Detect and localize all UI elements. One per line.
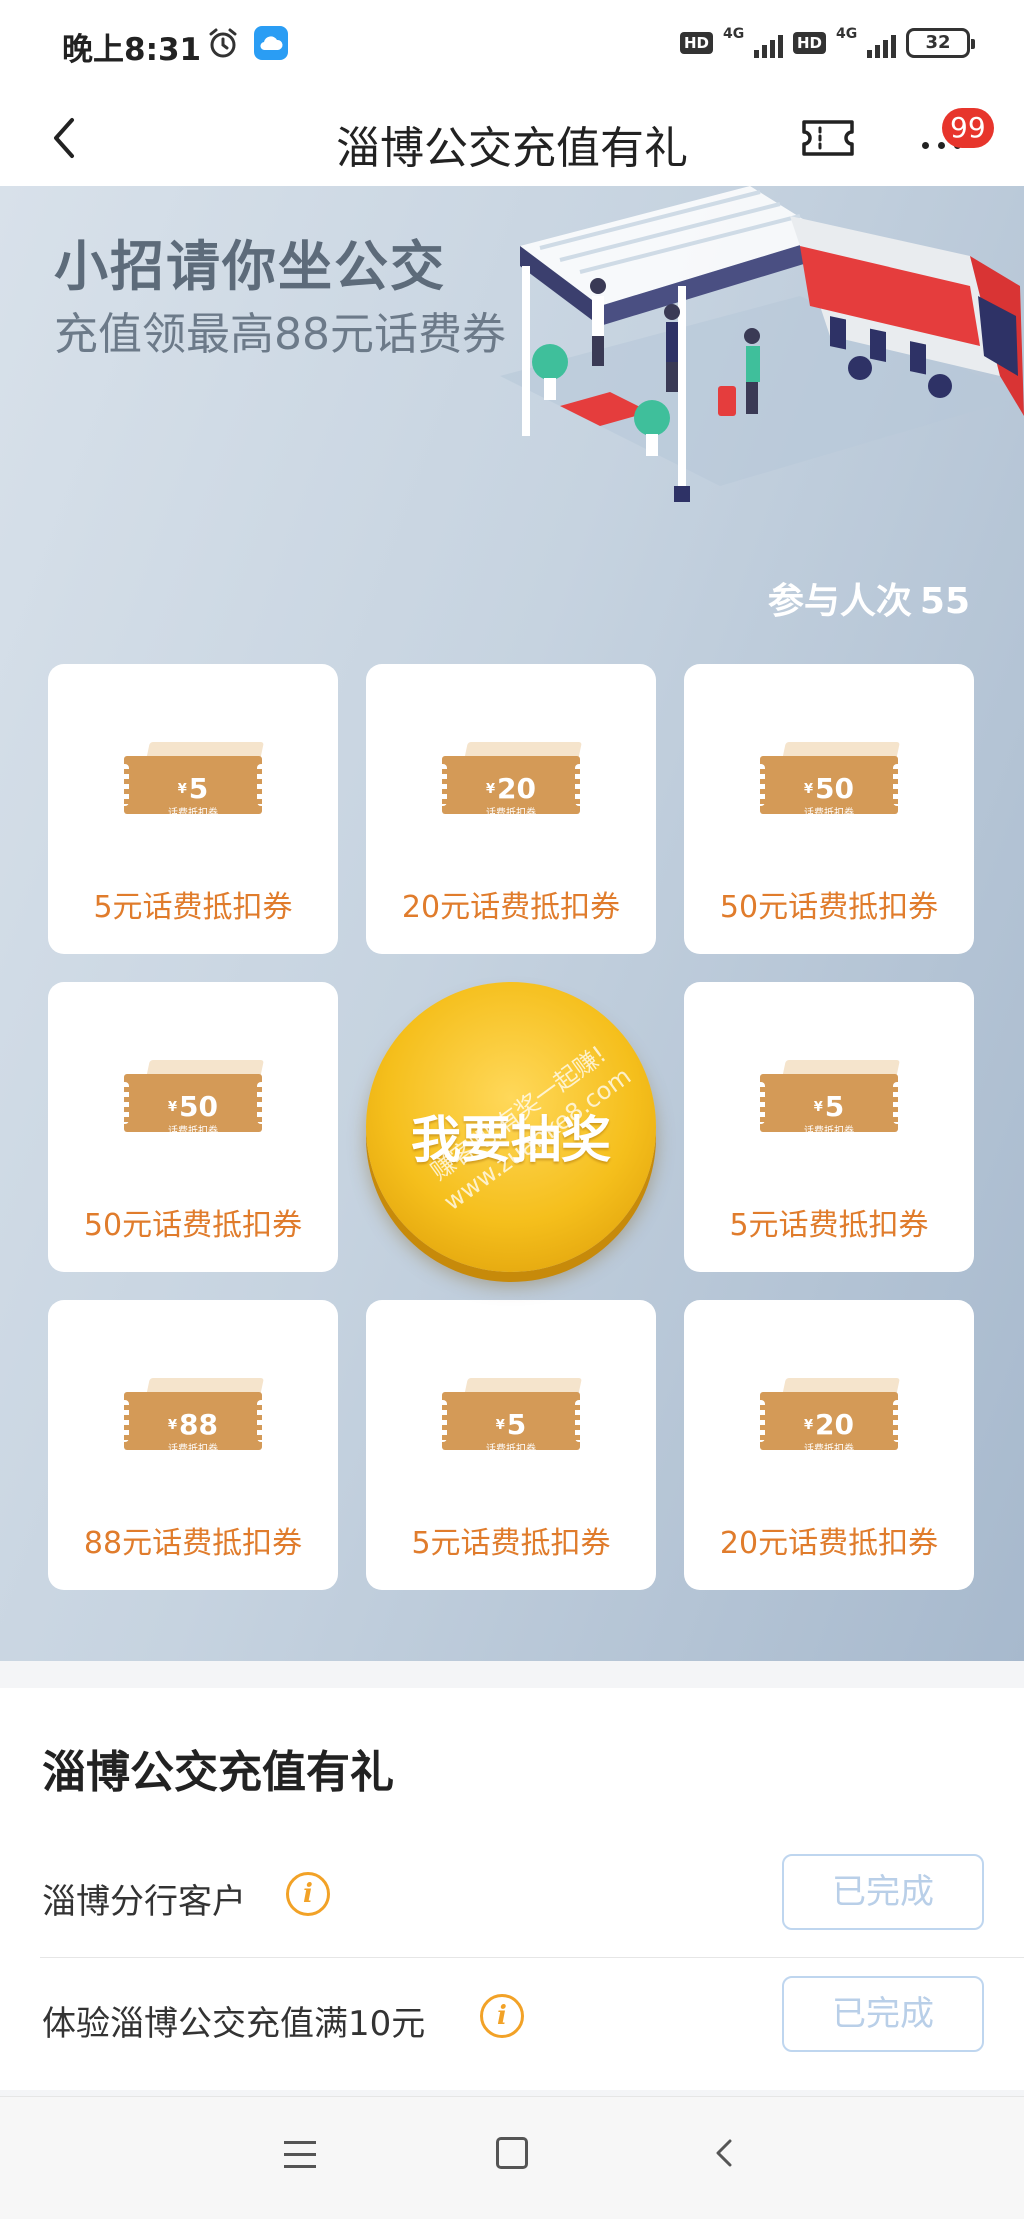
task-status-button[interactable]: 已完成 bbox=[782, 1854, 984, 1930]
prize-grid: ¥20 话费抵扣券 20元话费抵扣券 ¥5 话费抵扣券 5元话费抵扣券 ¥88 话费抵扣券 88… bbox=[48, 664, 974, 1620]
prize-card: ¥5 话费抵扣券 5元话费抵扣券 bbox=[366, 1300, 656, 1590]
network-type: 4G bbox=[836, 26, 858, 42]
hd-badge: HD bbox=[679, 32, 713, 54]
banner-title: 小招请你坐公交 bbox=[54, 235, 446, 298]
status-indicators: HD 4G HD 4G 32 bbox=[679, 26, 975, 60]
participants-label: 参与人次 bbox=[767, 581, 912, 622]
prize-label: 50元话费抵扣券 bbox=[83, 1208, 303, 1243]
currency-symbol: ¥ bbox=[803, 1418, 814, 1433]
coupon-icon: ¥50 话费抵扣券 bbox=[119, 1060, 267, 1142]
coupon-amount: ¥50 bbox=[124, 1092, 262, 1123]
status-time: 晚上8:31 bbox=[62, 32, 202, 68]
info-icon[interactable]: i bbox=[480, 1994, 524, 2038]
coupon-caption: 话费抵扣券 bbox=[168, 808, 218, 819]
prize-card: ¥50 话费抵扣券 50元话费抵扣券 bbox=[684, 664, 974, 954]
currency-symbol: ¥ bbox=[167, 1418, 178, 1433]
battery-icon: 32 bbox=[906, 28, 975, 58]
signal-icon: 4G bbox=[723, 26, 783, 60]
coupon-value: 50 bbox=[179, 1090, 218, 1123]
prize-card: ¥50 话费抵扣券 50元话费抵扣券 bbox=[48, 982, 338, 1272]
coupon-caption: 话费抵扣券 bbox=[804, 808, 854, 819]
coupon-icon: ¥20 话费抵扣券 bbox=[755, 1378, 903, 1460]
currency-symbol: ¥ bbox=[167, 1100, 178, 1115]
coupon-amount: ¥5 bbox=[124, 774, 262, 805]
currency-symbol: ¥ bbox=[813, 1100, 823, 1115]
coupon-value: 5 bbox=[824, 1090, 845, 1123]
coupon-caption: 话费抵扣券 bbox=[804, 1126, 854, 1137]
coupon-amount: ¥88 bbox=[124, 1410, 262, 1441]
coupon-amount: ¥50 bbox=[760, 774, 898, 805]
coupon-icon: ¥5 话费抵扣券 bbox=[755, 1060, 903, 1142]
alarm-icon bbox=[209, 28, 237, 58]
coupon-caption: 话费抵扣券 bbox=[486, 808, 536, 819]
prize-card: ¥5 话费抵扣券 5元话费抵扣券 bbox=[48, 664, 338, 954]
prize-label: 88元话费抵扣券 bbox=[83, 1526, 303, 1561]
menu-icon[interactable] bbox=[284, 2141, 316, 2171]
draw-button-label: 我要抽奖 bbox=[411, 1111, 611, 1169]
system-nav-bar bbox=[0, 2096, 1024, 2219]
task-row: 体验淄博公交充值满10元 i 已完成 bbox=[40, 1960, 1024, 2080]
page: 晚上8:31 HD 4G HD 4G 32 淄博公交充值有礼 99 小招请你坐公… bbox=[0, 0, 1024, 2219]
nav-bar: 淄博公交充值有礼 99 bbox=[0, 90, 1024, 186]
lottery-banner: 小招请你坐公交 充值领最高88元话费券 参与人次 55 ¥20 话费抵扣券 20… bbox=[0, 186, 1024, 1661]
prize-card: ¥20 话费抵扣券 20元话费抵扣券 bbox=[366, 664, 656, 954]
prize-card: ¥20 话费抵扣券 20元话费抵扣券 bbox=[684, 1300, 974, 1590]
participants-count: 参与人次 55 bbox=[760, 572, 970, 624]
signal-icon: 4G bbox=[836, 26, 896, 60]
coupon-amount: ¥20 bbox=[760, 1410, 898, 1441]
coupon-value: 5 bbox=[188, 772, 209, 805]
coupon-icon: ¥20 话费抵扣券 bbox=[437, 742, 585, 824]
task-panel: 淄博公交充值有礼 淄博分行客户 i 已完成 体验淄博公交充值满10元 i 已完成 bbox=[0, 1688, 1024, 2090]
coupon-caption: 话费抵扣券 bbox=[168, 1126, 218, 1137]
bus-station-illustration bbox=[500, 186, 1024, 502]
coupon-value: 5 bbox=[506, 1408, 527, 1441]
info-icon[interactable]: i bbox=[286, 1872, 330, 1916]
prize-card: ¥88 话费抵扣券 88元话费抵扣券 bbox=[48, 1300, 338, 1590]
currency-symbol: ¥ bbox=[803, 782, 814, 797]
network-type: 4G bbox=[722, 26, 745, 42]
coupon-icon: ¥5 话费抵扣券 bbox=[119, 742, 267, 824]
task-label: 淄博分行客户 bbox=[42, 1882, 246, 1922]
coupon-caption: 话费抵扣券 bbox=[486, 1444, 536, 1455]
hd-badge: HD bbox=[792, 32, 826, 54]
prize-label: 5元话费抵扣券 bbox=[729, 1208, 929, 1243]
home-icon[interactable] bbox=[496, 2137, 528, 2169]
currency-symbol: ¥ bbox=[177, 782, 187, 797]
task-row: 淄博分行客户 i 已完成 bbox=[40, 1838, 1024, 1958]
banner-subtitle: 充值领最高88元话费券 bbox=[54, 309, 506, 360]
currency-symbol: ¥ bbox=[495, 1418, 505, 1433]
coupon-amount: ¥20 bbox=[442, 774, 580, 805]
ticket-icon[interactable] bbox=[798, 110, 858, 166]
draw-button[interactable]: 我要抽奖 bbox=[366, 982, 656, 1272]
currency-symbol: ¥ bbox=[485, 782, 496, 797]
prize-label: 5元话费抵扣券 bbox=[411, 1526, 611, 1561]
coupon-amount: ¥5 bbox=[442, 1410, 580, 1441]
prize-label: 5元话费抵扣券 bbox=[93, 890, 293, 925]
coupon-value: 20 bbox=[497, 772, 536, 805]
task-label: 体验淄博公交充值满10元 bbox=[42, 2004, 426, 2044]
page-title: 淄博公交充值有礼 bbox=[336, 123, 688, 174]
notification-badge: 99 bbox=[942, 108, 994, 148]
status-bar: 晚上8:31 HD 4G HD 4G 32 bbox=[0, 0, 1024, 90]
coupon-value: 20 bbox=[815, 1408, 854, 1441]
participants-number: 55 bbox=[919, 581, 970, 622]
coupon-icon: ¥50 话费抵扣券 bbox=[755, 742, 903, 824]
coupon-value: 50 bbox=[815, 772, 854, 805]
prize-label: 20元话费抵扣券 bbox=[401, 890, 621, 925]
cloud-app-icon bbox=[254, 26, 288, 60]
prize-label: 20元话费抵扣券 bbox=[719, 1526, 939, 1561]
coupon-value: 88 bbox=[179, 1408, 218, 1441]
coupon-caption: 话费抵扣券 bbox=[804, 1444, 854, 1455]
coupon-caption: 话费抵扣券 bbox=[168, 1444, 218, 1455]
coupon-icon: ¥5 话费抵扣券 bbox=[437, 1378, 585, 1460]
more-button[interactable]: 99 bbox=[910, 108, 994, 166]
coupon-icon: ¥88 话费抵扣券 bbox=[119, 1378, 267, 1460]
prize-label: 50元话费抵扣券 bbox=[719, 890, 939, 925]
coupon-amount: ¥5 bbox=[760, 1092, 898, 1123]
task-status-button[interactable]: 已完成 bbox=[782, 1976, 984, 2052]
prize-card: ¥5 话费抵扣券 5元话费抵扣券 bbox=[684, 982, 974, 1272]
system-back-icon[interactable] bbox=[710, 2133, 740, 2173]
task-section-title: 淄博公交充值有礼 bbox=[42, 1747, 394, 1798]
